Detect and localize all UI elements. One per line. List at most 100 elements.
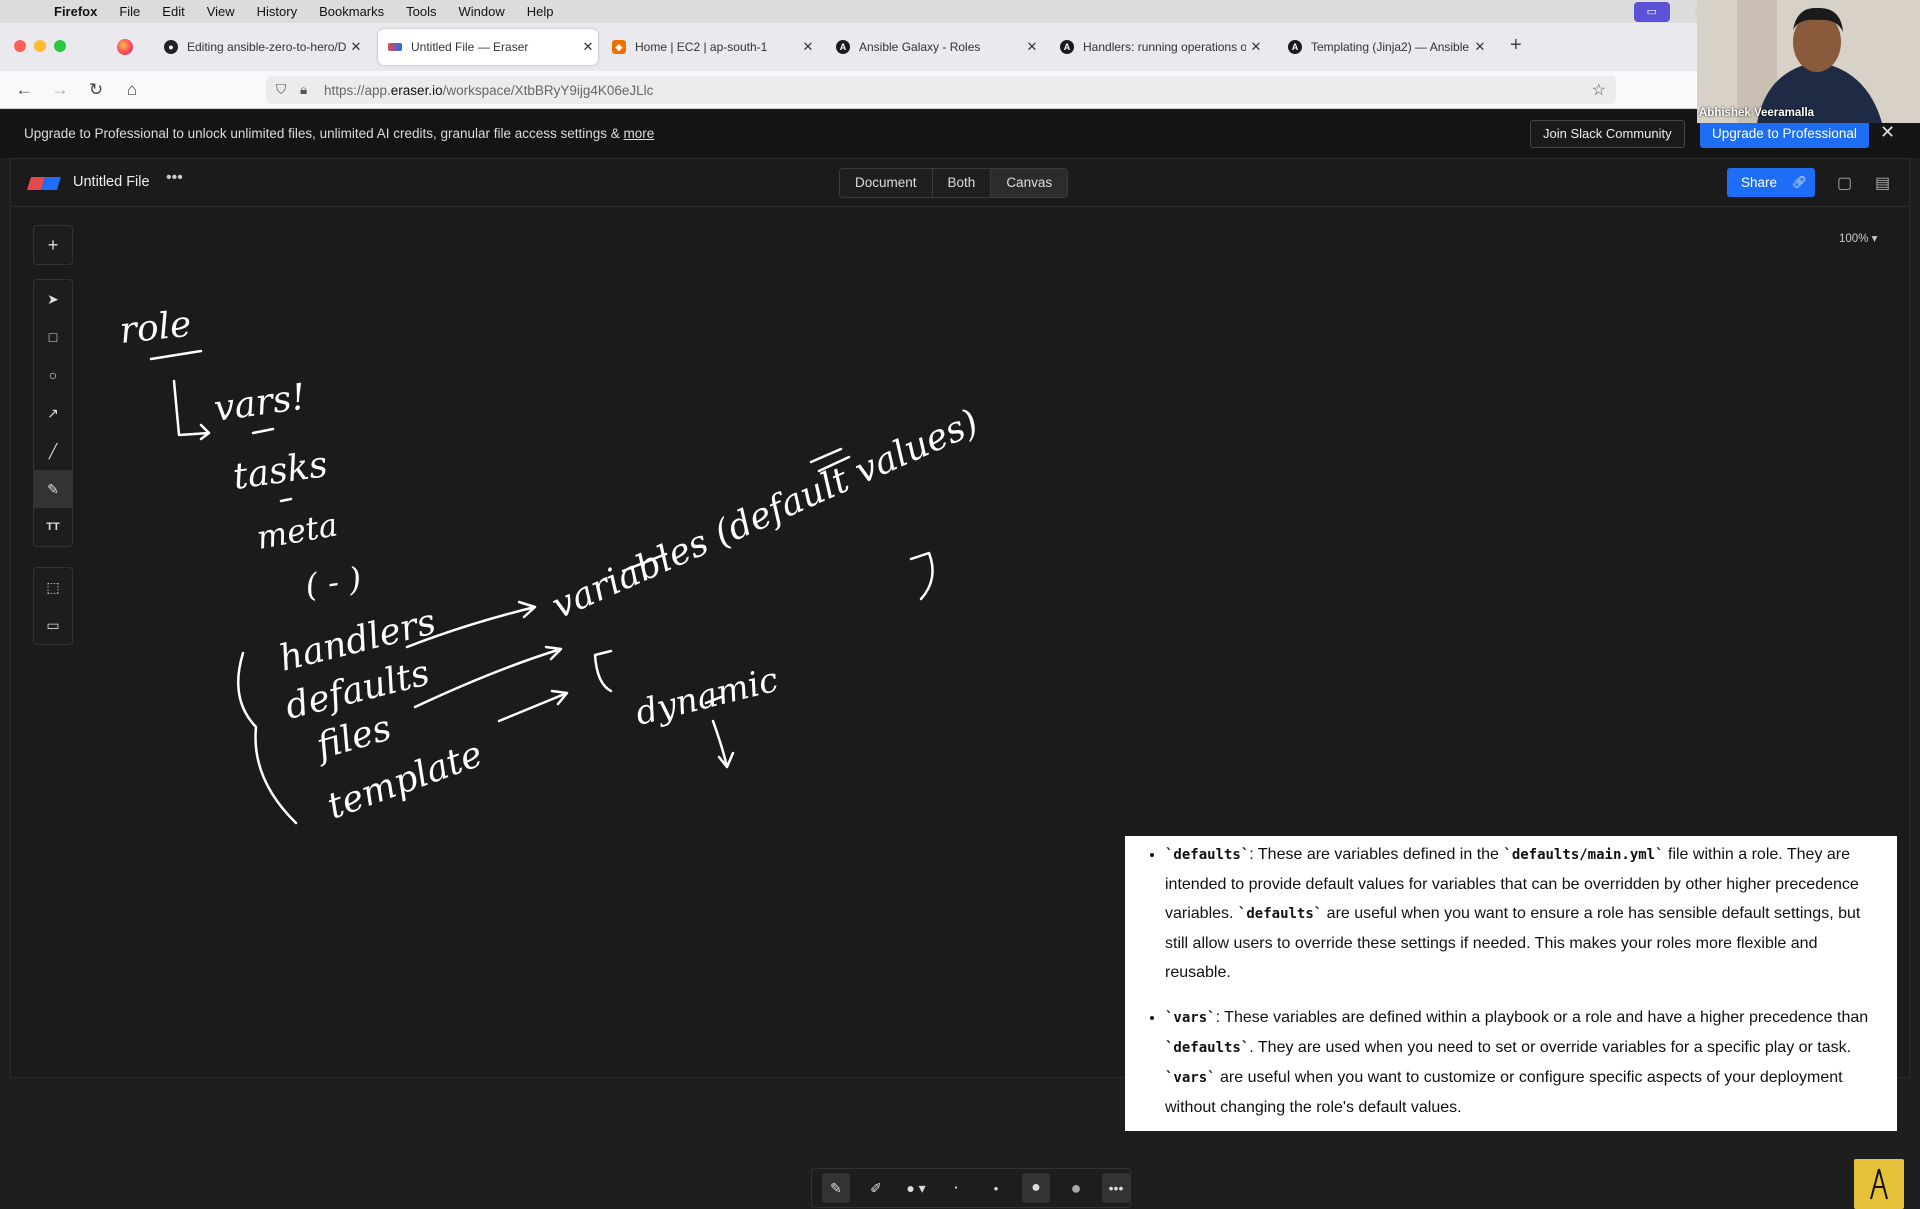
upgrade-button[interactable]: Upgrade to Professional [1700, 120, 1869, 148]
lock-icon[interactable]: 🔒︎ [300, 82, 316, 98]
tab-ansible-galaxy[interactable]: A Ansible Galaxy - Roles ✕ [826, 29, 1042, 65]
stroke-l-icon[interactable]: ● [1062, 1173, 1090, 1203]
tab-label: Untitled File — Eraser [411, 40, 529, 54]
window-minimize-button[interactable] [34, 40, 46, 52]
tab-eraser[interactable]: Untitled File — Eraser ✕ [378, 29, 598, 65]
tab-label: Home | EC2 | ap-south-1 [635, 40, 768, 54]
stroke-m-icon[interactable]: ● [1022, 1173, 1050, 1203]
bookmark-star-icon[interactable]: ☆ [1592, 80, 1606, 100]
note-text: : These variables are defined within a p… [1215, 1009, 1869, 1026]
hw-dynamic: dynamic [632, 660, 783, 734]
hw-vars: vars! [212, 377, 309, 430]
participant-name: Abhishek Veeramalla [1699, 107, 1815, 119]
tab-close-icon[interactable]: ✕ [578, 39, 598, 55]
files-bracket [593, 649, 613, 693]
ansible-icon: A [836, 40, 850, 54]
menu-help[interactable]: Help [527, 4, 554, 19]
person-avatar [1697, 0, 1920, 123]
eraser-icon [388, 43, 402, 51]
reload-icon[interactable]: ↻ [86, 80, 106, 100]
draw-toolbar: ✎ ✐ ● ▾ ● ● ● ● ••• [811, 1168, 1131, 1208]
menu-app-name[interactable]: Firefox [54, 4, 97, 19]
note-text: are useful when you want to customize or… [1165, 1069, 1843, 1116]
tab-label: Ansible Galaxy - Roles [859, 40, 981, 54]
tab-templating[interactable]: A Templating (Jinja2) — Ansible C ✕ [1278, 29, 1490, 65]
aws-icon: ◈ [612, 40, 626, 54]
vars-underline [251, 427, 275, 435]
forward-icon[interactable]: → [50, 80, 70, 100]
inline-code: `defaults` [1165, 847, 1250, 863]
dynamic-arrow [711, 719, 735, 769]
close-icon[interactable]: ✕ [1880, 122, 1895, 143]
role-underline [149, 349, 203, 361]
tab-ec2[interactable]: ◈ Home | EC2 | ap-south-1 ✕ [602, 29, 818, 65]
stroke-xs-icon[interactable]: ● [942, 1173, 970, 1203]
home-icon[interactable]: ⌂ [122, 80, 142, 100]
tab-label: Handlers: running operations or [1083, 40, 1246, 54]
ansible-icon: A [1060, 40, 1074, 54]
tab-close-icon[interactable]: ✕ [798, 39, 818, 55]
tab-close-icon[interactable]: ✕ [346, 39, 366, 55]
menu-bookmarks[interactable]: Bookmarks [319, 4, 384, 19]
window-zoom-button[interactable] [54, 40, 66, 52]
ansible-icon: A [1288, 40, 1302, 54]
hw-role: role [118, 304, 194, 352]
variables-bracket [909, 551, 934, 601]
note-bullet: `vars`: These variables are defined with… [1165, 1003, 1879, 1122]
new-tab-button[interactable]: + [1510, 34, 1522, 57]
inline-code: `defaults/main.yml` [1503, 847, 1664, 863]
browser-navbar: ← → ↻ ⌂ ⛉ 🔒︎ https://app.eraser.io/works… [0, 71, 1920, 109]
note-bullet: `defaults`: These are variables defined … [1165, 840, 1879, 987]
hw-variables-note: variables (default values) [546, 402, 985, 627]
color-picker-icon[interactable]: ● ▾ [902, 1173, 930, 1203]
inline-code: `vars` [1165, 1010, 1216, 1026]
browser-tabbar: ● Editing ansible-zero-to-hero/Da ✕ Unti… [0, 23, 1920, 71]
inline-code: `defaults` [1165, 1040, 1250, 1056]
hw-tasks: tasks [231, 444, 330, 498]
tab-label: Templating (Jinja2) — Ansible C [1311, 40, 1470, 54]
more-link[interactable]: more [624, 126, 655, 141]
tab-close-icon[interactable]: ✕ [1022, 39, 1042, 55]
tab-close-icon[interactable]: ✕ [1246, 39, 1266, 55]
screen-share-icon[interactable]: ▭ [1633, 1, 1670, 22]
menu-file[interactable]: File [119, 4, 140, 19]
tab-github[interactable]: ● Editing ansible-zero-to-hero/Da ✕ [154, 29, 366, 65]
webcam-overlay: Abhishek Veeramalla [1697, 0, 1920, 123]
more-options-icon[interactable]: ••• [1102, 1173, 1130, 1203]
window-close-button[interactable] [14, 40, 26, 52]
note-card[interactable]: `defaults`: These are variables defined … [1125, 836, 1897, 1131]
menu-view[interactable]: View [207, 4, 235, 19]
menu-history[interactable]: History [257, 4, 297, 19]
url-bar[interactable]: ⛉ 🔒︎ https://app.eraser.io/workspace/Xtb… [266, 76, 1616, 104]
files-arrow [413, 645, 563, 709]
menu-window[interactable]: Window [459, 4, 505, 19]
firefox-view-icon[interactable] [117, 39, 133, 55]
inline-code: `defaults` [1237, 906, 1323, 922]
help-badge-icon[interactable] [1854, 1159, 1904, 1209]
pen-icon[interactable]: ✎ [822, 1173, 850, 1203]
menu-edit[interactable]: Edit [162, 4, 184, 19]
inline-code: `vars` [1165, 1070, 1216, 1086]
github-icon: ● [164, 40, 178, 54]
note-text: . They are used when you need to set or … [1249, 1039, 1852, 1056]
note-text: : These are variables defined in the [1249, 846, 1504, 863]
menu-tools[interactable]: Tools [406, 4, 436, 19]
meta-tick [279, 497, 293, 503]
tab-close-icon[interactable]: ✕ [1470, 39, 1490, 55]
template-arrow [497, 689, 569, 723]
macos-menubar: Firefox File Edit View History Bookmarks… [0, 0, 1920, 23]
upgrade-banner: Upgrade to Professional to unlock unlimi… [0, 110, 1920, 158]
eraser-app: Untitled File ••• Document Both Canvas S… [10, 158, 1910, 1209]
stroke-s-icon[interactable]: ● [982, 1173, 1010, 1203]
shield-icon[interactable]: ⛉ [276, 82, 292, 98]
hw-meta: meta [254, 505, 341, 557]
hw-meta-paren: ( - ) [303, 559, 364, 604]
vars-arrow [172, 379, 211, 441]
tab-label: Editing ansible-zero-to-hero/Da [187, 40, 346, 54]
join-slack-button[interactable]: Join Slack Community [1530, 120, 1685, 148]
tab-handlers[interactable]: A Handlers: running operations or ✕ [1050, 29, 1266, 65]
back-icon[interactable]: ← [14, 80, 34, 100]
banner-text: Upgrade to Professional to unlock unlimi… [24, 126, 655, 141]
url-text: https://app.eraser.io/workspace/XtbBRyY9… [324, 82, 654, 98]
highlighter-icon[interactable]: ✐ [862, 1173, 890, 1203]
